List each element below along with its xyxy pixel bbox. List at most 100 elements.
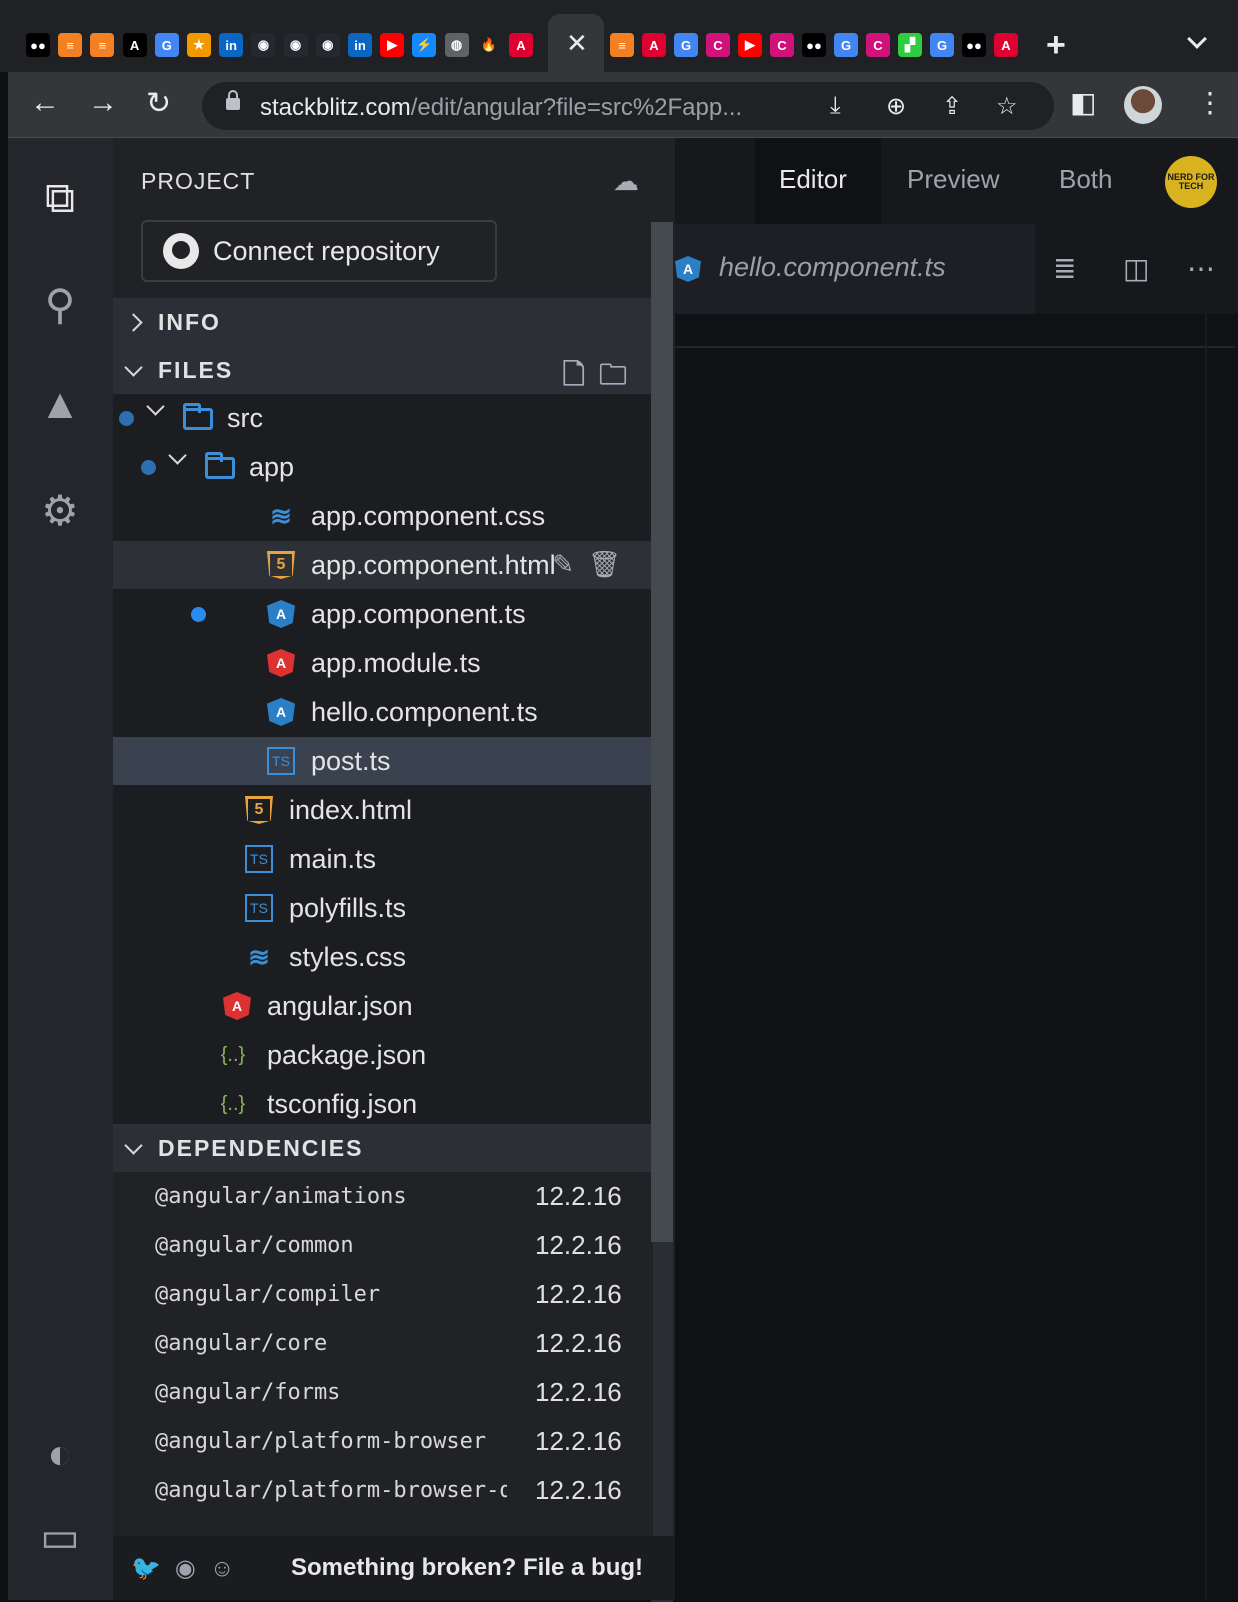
new-tab-icon[interactable]: + bbox=[1046, 26, 1066, 65]
stackoverflow-icon[interactable]: ≡ bbox=[90, 33, 115, 57]
tab-both[interactable]: Both bbox=[1059, 164, 1113, 195]
dependency-row[interactable]: @angular/platform-browser 12.2.16 bbox=[155, 1417, 635, 1465]
files-section-header[interactable]: FILES 🗋🗀 bbox=[113, 346, 653, 394]
bookmark-star-icon[interactable]: ☆ bbox=[996, 92, 1018, 121]
search-icon[interactable]: ⚲ bbox=[34, 278, 86, 330]
file-row[interactable]: {..} package.json bbox=[113, 1031, 653, 1079]
share-icon[interactable]: ⇪ bbox=[942, 92, 962, 121]
file-row[interactable]: 5 app.component.html ✎🗑 bbox=[113, 541, 653, 589]
twitter-icon[interactable]: 🐦 bbox=[131, 1555, 175, 1582]
dependency-row[interactable]: @angular/animations 12.2.16 bbox=[155, 1172, 635, 1220]
file-bug-link[interactable]: Something broken? File a bug! bbox=[291, 1554, 643, 1582]
angular-icon[interactable]: A bbox=[509, 33, 533, 57]
file-row[interactable]: TS post.ts bbox=[113, 737, 653, 785]
fire-icon[interactable]: 🔥 bbox=[476, 33, 501, 57]
folder-row[interactable]: src bbox=[113, 394, 653, 442]
github-icon[interactable]: ◉ bbox=[175, 1555, 210, 1582]
tab-preview[interactable]: Preview bbox=[907, 164, 999, 195]
file-row[interactable]: TS polyfills.ts bbox=[113, 884, 653, 932]
file-row[interactable]: 5 index.html bbox=[113, 786, 653, 834]
zoom-icon[interactable]: ⊕ bbox=[886, 92, 906, 121]
panel-layout-icon[interactable]: ▭ bbox=[34, 1510, 86, 1562]
github-icon[interactable]: ◉ bbox=[315, 33, 340, 57]
medium-icon[interactable]: ●● bbox=[26, 33, 50, 57]
sidebar-scrollbar-thumb[interactable] bbox=[651, 222, 673, 1242]
file-row[interactable]: Aapp.module.ts bbox=[113, 639, 653, 687]
rename-pencil-icon[interactable]: ✎ bbox=[552, 549, 588, 579]
star-icon[interactable]: ★ bbox=[187, 33, 211, 57]
address-bar[interactable]: stackblitz.com/edit/angular?file=src%2Fa… bbox=[202, 82, 1054, 130]
file-row[interactable]: ≋ app.component.css bbox=[113, 492, 653, 540]
theme-toggle-icon[interactable]: ◐ bbox=[34, 1428, 86, 1480]
user-avatar[interactable]: NERD FOR TECH bbox=[1165, 156, 1217, 208]
dependency-row[interactable]: @angular/compiler 12.2.16 bbox=[155, 1270, 635, 1318]
browser-menu-icon[interactable]: ⋮ bbox=[1196, 86, 1224, 119]
side-panel-icon[interactable]: ◧ bbox=[1070, 86, 1096, 119]
angular-icon[interactable]: A bbox=[642, 33, 666, 57]
new-file-icon[interactable]: 🗋 bbox=[562, 359, 599, 390]
split-editor-icon[interactable]: ◫ bbox=[1123, 252, 1149, 285]
active-browser-tab[interactable]: ✕ bbox=[548, 14, 604, 72]
file-row[interactable]: Aangular.json bbox=[113, 982, 653, 1030]
youtube-icon[interactable]: ▶ bbox=[738, 33, 762, 57]
forward-arrow-icon[interactable]: → bbox=[88, 86, 118, 120]
google-icon[interactable]: G bbox=[930, 33, 954, 57]
folder-row[interactable]: app bbox=[113, 443, 653, 491]
file-row[interactable]: Aapp.component.ts bbox=[113, 590, 653, 638]
letter-a-icon[interactable]: A bbox=[122, 33, 147, 57]
firebase-icon[interactable]: ▲ bbox=[34, 378, 86, 430]
delete-trash-icon[interactable]: 🗑 bbox=[588, 549, 635, 579]
close-tab-icon[interactable]: ✕ bbox=[566, 28, 588, 59]
editor-current-line[interactable] bbox=[675, 314, 1235, 348]
c-icon[interactable]: C bbox=[866, 33, 890, 57]
explorer-files-icon[interactable]: ⧉ bbox=[34, 172, 86, 224]
github-icon[interactable]: ◉ bbox=[283, 33, 308, 57]
tab-search-chevron-icon[interactable] bbox=[1187, 29, 1207, 49]
profile-avatar[interactable] bbox=[1124, 86, 1162, 124]
google-icon[interactable]: G bbox=[834, 33, 858, 57]
stackoverflow-icon[interactable]: ≡ bbox=[610, 33, 634, 57]
url-text[interactable]: stackblitz.com/edit/angular?file=src%2Fa… bbox=[260, 94, 742, 122]
lock-icon[interactable] bbox=[226, 90, 240, 110]
github-icon[interactable]: ◉ bbox=[251, 33, 276, 57]
linkedin-icon[interactable]: in bbox=[219, 33, 244, 57]
open-file-tab[interactable]: A hello.component.ts bbox=[675, 224, 1035, 314]
dependency-row[interactable]: @angular/common 12.2.16 bbox=[155, 1221, 635, 1269]
dependency-row[interactable]: @angular/core 12.2.16 bbox=[155, 1319, 635, 1367]
reload-icon[interactable]: ↻ bbox=[146, 86, 171, 121]
file-row[interactable]: TS main.ts bbox=[113, 835, 653, 883]
dependency-row[interactable]: @angular/platform-browser-dynamic 12.2.16 bbox=[155, 1466, 635, 1514]
discord-icon[interactable]: ☺ bbox=[210, 1555, 249, 1582]
c-icon[interactable]: C bbox=[770, 33, 794, 57]
editor-area: Editor Preview Both NERD FOR TECH A hell… bbox=[675, 138, 1238, 1600]
file-row[interactable]: {..} tsconfig.json bbox=[113, 1080, 653, 1128]
google-icon[interactable]: G bbox=[674, 33, 698, 57]
tab-editor[interactable]: Editor bbox=[779, 164, 847, 195]
more-actions-icon[interactable]: ⋯ bbox=[1187, 252, 1215, 285]
cloud-download-icon[interactable]: ☁ bbox=[613, 166, 639, 197]
medium-icon[interactable]: ●● bbox=[802, 33, 826, 57]
typescript-file-icon: TS bbox=[245, 845, 273, 873]
medium-icon[interactable]: ●● bbox=[962, 33, 986, 57]
file-row[interactable]: ≋ styles.css bbox=[113, 933, 653, 981]
dependencies-section-header[interactable]: DEPENDENCIES bbox=[113, 1124, 653, 1172]
angular-icon[interactable]: A bbox=[994, 33, 1018, 57]
prettier-format-icon[interactable]: ≣ bbox=[1053, 252, 1076, 285]
linkedin-icon[interactable]: in bbox=[348, 33, 372, 57]
stackoverflow-icon[interactable]: ≡ bbox=[58, 33, 83, 57]
sidebar-footer: 🐦◉☺ Something broken? File a bug! bbox=[113, 1536, 675, 1600]
dependency-row[interactable]: @angular/forms 12.2.16 bbox=[155, 1368, 635, 1416]
connect-repository-button[interactable]: Connect repository bbox=[141, 220, 497, 282]
stairs-icon[interactable]: ▞ bbox=[898, 33, 922, 57]
install-app-icon[interactable]: ⤓ bbox=[830, 92, 841, 120]
new-folder-icon[interactable]: 🗀 bbox=[599, 359, 641, 390]
back-arrow-icon[interactable]: ← bbox=[30, 86, 60, 120]
c-icon[interactable]: C bbox=[706, 33, 730, 57]
file-row[interactable]: Ahello.component.ts bbox=[113, 688, 653, 736]
google-icon[interactable]: G bbox=[154, 33, 179, 57]
globe-icon[interactable]: ◍ bbox=[444, 33, 469, 57]
info-section-header[interactable]: INFO bbox=[113, 298, 653, 346]
settings-gear-icon[interactable]: ⚙ bbox=[34, 484, 86, 536]
youtube-icon[interactable]: ▶ bbox=[380, 33, 405, 57]
bolt-icon[interactable]: ⚡ bbox=[412, 33, 437, 57]
